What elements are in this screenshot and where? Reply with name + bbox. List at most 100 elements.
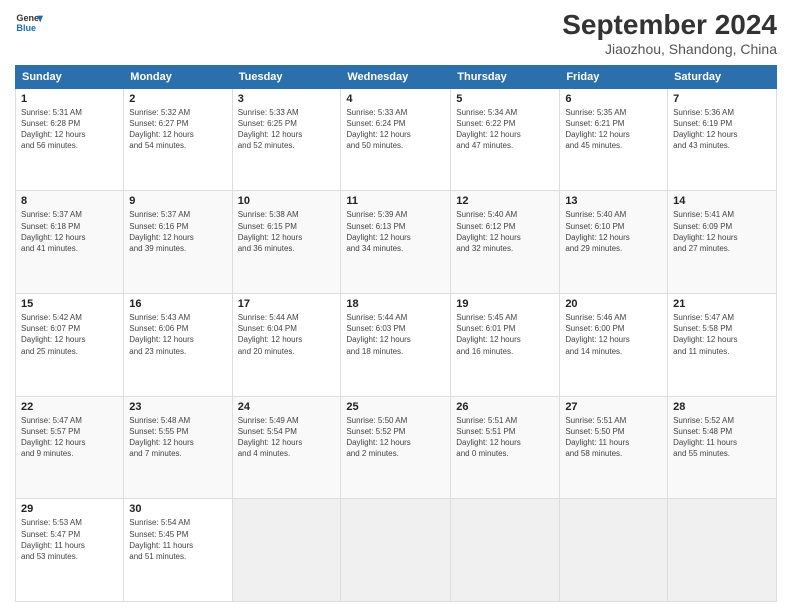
day-detail: Sunrise: 5:44 AM Sunset: 6:04 PM Dayligh… [238, 312, 336, 357]
day-number: 29 [21, 503, 118, 515]
day-detail: Sunrise: 5:50 AM Sunset: 5:52 PM Dayligh… [346, 415, 445, 460]
day-detail: Sunrise: 5:38 AM Sunset: 6:15 PM Dayligh… [238, 209, 336, 254]
table-row: 18 Sunrise: 5:44 AM Sunset: 6:03 PM Dayli… [341, 294, 451, 397]
day-number: 17 [238, 298, 336, 310]
day-number: 8 [21, 195, 118, 207]
table-row: 10 Sunrise: 5:38 AM Sunset: 6:15 PM Dayli… [232, 191, 341, 294]
day-detail: Sunrise: 5:42 AM Sunset: 6:07 PM Dayligh… [21, 312, 118, 357]
table-row: 27 Sunrise: 5:51 AM Sunset: 5:50 PM Dayli… [560, 396, 668, 499]
table-row: 29 Sunrise: 5:53 AM Sunset: 5:47 PM Dayli… [16, 499, 124, 602]
day-detail: Sunrise: 5:44 AM Sunset: 6:03 PM Dayligh… [346, 312, 445, 357]
col-friday: Friday [560, 65, 668, 88]
calendar-week-row: 1 Sunrise: 5:31 AM Sunset: 6:28 PM Daylig… [16, 88, 777, 191]
table-row: 23Sunrise: 5:48 AM Sunset: 5:55 PM Dayli… [124, 396, 232, 499]
table-row: 4 Sunrise: 5:33 AM Sunset: 6:24 PM Daylig… [341, 88, 451, 191]
col-wednesday: Wednesday [341, 65, 451, 88]
col-saturday: Saturday [668, 65, 777, 88]
day-detail: Sunrise: 5:31 AM Sunset: 6:28 PM Dayligh… [21, 107, 118, 152]
table-row [560, 499, 668, 602]
day-detail: Sunrise: 5:51 AM Sunset: 5:51 PM Dayligh… [456, 415, 554, 460]
day-detail: Sunrise: 5:37 AM Sunset: 6:18 PM Dayligh… [21, 209, 118, 254]
day-number: 18 [346, 298, 445, 310]
day-number: 10 [238, 195, 336, 207]
day-number: 11 [346, 195, 445, 207]
header-row: Sunday Monday Tuesday Wednesday Thursday… [16, 65, 777, 88]
day-detail: Sunrise: 5:41 AM Sunset: 6:09 PM Dayligh… [673, 209, 771, 254]
day-number: 16 [129, 298, 226, 310]
day-number: 30 [129, 503, 226, 515]
day-detail: Sunrise: 5:43 AM Sunset: 6:06 PM Dayligh… [129, 312, 226, 357]
table-row: 2Sunrise: 5:32 AM Sunset: 6:27 PM Daylig… [124, 88, 232, 191]
table-row: 15 Sunrise: 5:42 AM Sunset: 6:07 PM Dayli… [16, 294, 124, 397]
day-detail: Sunrise: 5:46 AM Sunset: 6:00 PM Dayligh… [565, 312, 662, 357]
day-detail: Sunrise: 5:47 AM Sunset: 5:57 PM Dayligh… [21, 415, 118, 460]
logo-icon: General Blue [15, 10, 43, 38]
day-number: 27 [565, 401, 662, 413]
page-title: September 2024 [562, 10, 777, 41]
table-row: 13Sunrise: 5:40 AM Sunset: 6:10 PM Dayli… [560, 191, 668, 294]
day-detail: Sunrise: 5:47 AM Sunset: 5:58 PM Dayligh… [673, 312, 771, 357]
day-number: 2 [129, 93, 226, 105]
day-number: 19 [456, 298, 554, 310]
day-number: 1 [21, 93, 118, 105]
table-row: 20Sunrise: 5:46 AM Sunset: 6:00 PM Dayli… [560, 294, 668, 397]
day-detail: Sunrise: 5:40 AM Sunset: 6:10 PM Dayligh… [565, 209, 662, 254]
table-row [232, 499, 341, 602]
page: General Blue September 2024 Jiaozhou, Sh… [0, 0, 792, 612]
table-row: 8 Sunrise: 5:37 AM Sunset: 6:18 PM Daylig… [16, 191, 124, 294]
col-thursday: Thursday [451, 65, 560, 88]
table-row [668, 499, 777, 602]
table-row: 22 Sunrise: 5:47 AM Sunset: 5:57 PM Dayli… [16, 396, 124, 499]
table-row: 11 Sunrise: 5:39 AM Sunset: 6:13 PM Dayli… [341, 191, 451, 294]
calendar-body: 1 Sunrise: 5:31 AM Sunset: 6:28 PM Daylig… [16, 88, 777, 601]
day-detail: Sunrise: 5:54 AM Sunset: 5:45 PM Dayligh… [129, 517, 226, 562]
col-tuesday: Tuesday [232, 65, 341, 88]
table-row: 16 Sunrise: 5:43 AM Sunset: 6:06 PM Dayli… [124, 294, 232, 397]
table-row [451, 499, 560, 602]
day-number: 9 [129, 195, 226, 207]
calendar-week-row: 15 Sunrise: 5:42 AM Sunset: 6:07 PM Dayli… [16, 294, 777, 397]
table-row: 3 Sunrise: 5:33 AM Sunset: 6:25 PM Daylig… [232, 88, 341, 191]
day-detail: Sunrise: 5:39 AM Sunset: 6:13 PM Dayligh… [346, 209, 445, 254]
day-number: 4 [346, 93, 445, 105]
calendar-header: Sunday Monday Tuesday Wednesday Thursday… [16, 65, 777, 88]
table-row: 5 Sunrise: 5:34 AM Sunset: 6:22 PM Daylig… [451, 88, 560, 191]
day-number: 22 [21, 401, 118, 413]
table-row: 26Sunrise: 5:51 AM Sunset: 5:51 PM Dayli… [451, 396, 560, 499]
day-detail: Sunrise: 5:53 AM Sunset: 5:47 PM Dayligh… [21, 517, 118, 562]
day-detail: Sunrise: 5:36 AM Sunset: 6:19 PM Dayligh… [673, 107, 771, 152]
day-detail: Sunrise: 5:52 AM Sunset: 5:48 PM Dayligh… [673, 415, 771, 460]
day-detail: Sunrise: 5:37 AM Sunset: 6:16 PM Dayligh… [129, 209, 226, 254]
day-detail: Sunrise: 5:48 AM Sunset: 5:55 PM Dayligh… [129, 415, 226, 460]
header: General Blue September 2024 Jiaozhou, Sh… [15, 10, 777, 57]
day-number: 25 [346, 401, 445, 413]
table-row: 28 Sunrise: 5:52 AM Sunset: 5:48 PM Dayli… [668, 396, 777, 499]
day-detail: Sunrise: 5:35 AM Sunset: 6:21 PM Dayligh… [565, 107, 662, 152]
day-detail: Sunrise: 5:49 AM Sunset: 5:54 PM Dayligh… [238, 415, 336, 460]
table-row: 21 Sunrise: 5:47 AM Sunset: 5:58 PM Dayli… [668, 294, 777, 397]
day-number: 28 [673, 401, 771, 413]
table-row [341, 499, 451, 602]
day-number: 14 [673, 195, 771, 207]
day-detail: Sunrise: 5:34 AM Sunset: 6:22 PM Dayligh… [456, 107, 554, 152]
day-number: 5 [456, 93, 554, 105]
day-number: 15 [21, 298, 118, 310]
table-row: 12 Sunrise: 5:40 AM Sunset: 6:12 PM Dayli… [451, 191, 560, 294]
calendar-week-row: 8 Sunrise: 5:37 AM Sunset: 6:18 PM Daylig… [16, 191, 777, 294]
col-monday: Monday [124, 65, 232, 88]
day-detail: Sunrise: 5:45 AM Sunset: 6:01 PM Dayligh… [456, 312, 554, 357]
day-detail: Sunrise: 5:33 AM Sunset: 6:25 PM Dayligh… [238, 107, 336, 152]
day-detail: Sunrise: 5:40 AM Sunset: 6:12 PM Dayligh… [456, 209, 554, 254]
day-detail: Sunrise: 5:33 AM Sunset: 6:24 PM Dayligh… [346, 107, 445, 152]
day-number: 3 [238, 93, 336, 105]
table-row: 6Sunrise: 5:35 AM Sunset: 6:21 PM Daylig… [560, 88, 668, 191]
table-row: 30 Sunrise: 5:54 AM Sunset: 5:45 PM Dayli… [124, 499, 232, 602]
calendar-week-row: 22 Sunrise: 5:47 AM Sunset: 5:57 PM Dayli… [16, 396, 777, 499]
col-sunday: Sunday [16, 65, 124, 88]
table-row: 14 Sunrise: 5:41 AM Sunset: 6:09 PM Dayli… [668, 191, 777, 294]
calendar-table: Sunday Monday Tuesday Wednesday Thursday… [15, 65, 777, 602]
day-number: 12 [456, 195, 554, 207]
page-subtitle: Jiaozhou, Shandong, China [562, 41, 777, 57]
day-number: 21 [673, 298, 771, 310]
day-detail: Sunrise: 5:51 AM Sunset: 5:50 PM Dayligh… [565, 415, 662, 460]
